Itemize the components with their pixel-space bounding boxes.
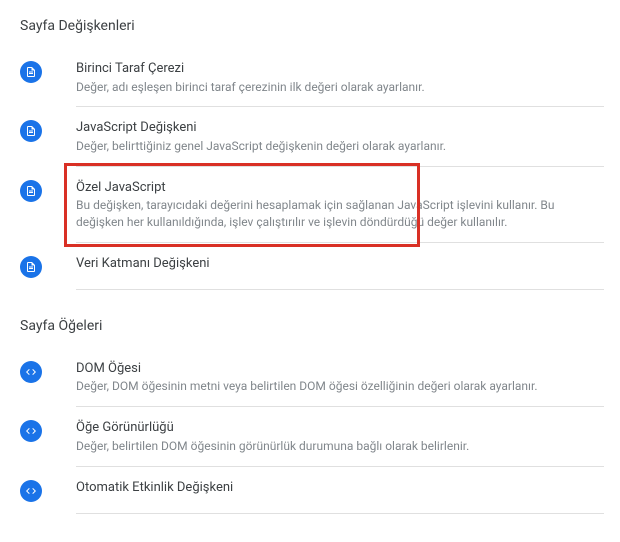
code-icon <box>20 361 42 383</box>
item-description: Bu değişken, tarayıcıdaki değerini hesap… <box>76 197 604 231</box>
item-title: Veri Katmanı Değişkeni <box>76 255 604 273</box>
page-icon <box>20 61 42 83</box>
page-icon <box>20 120 42 142</box>
item-body: Özel JavaScriptBu değişken, tarayıcıdaki… <box>76 179 620 231</box>
code-icon <box>20 420 42 442</box>
item-title: Birinci Taraf Çerezi <box>76 60 604 78</box>
item-list: DOM ÖğesiDeğer, DOM öğesinin metni veya … <box>20 348 620 514</box>
item-body: JavaScript DeğişkeniDeğer, belirttiğiniz… <box>76 119 620 154</box>
code-icon <box>20 480 42 502</box>
variable-type-item[interactable]: Özel JavaScriptBu değişken, tarayıcıdaki… <box>20 167 620 243</box>
page-icon <box>20 180 42 202</box>
icon-wrap <box>20 360 76 383</box>
icon-wrap <box>20 479 76 502</box>
item-body: Birinci Taraf ÇereziDeğer, adı eşleşen b… <box>76 60 620 95</box>
page-icon <box>20 256 42 278</box>
item-title: Özel JavaScript <box>76 179 604 197</box>
item-description: Değer, DOM öğesinin metni veya belirtile… <box>76 378 604 395</box>
variable-type-item[interactable]: Otomatik Etkinlik Değişkeni <box>20 467 620 514</box>
item-body: Veri Katmanı Değişkeni <box>76 255 620 273</box>
item-body: Otomatik Etkinlik Değişkeni <box>76 479 620 497</box>
item-description: Değer, belirtilen DOM öğesinin görünürlü… <box>76 438 604 455</box>
variable-type-item[interactable]: JavaScript DeğişkeniDeğer, belirttiğiniz… <box>20 107 620 166</box>
variable-type-item[interactable]: DOM ÖğesiDeğer, DOM öğesinin metni veya … <box>20 348 620 407</box>
icon-wrap <box>20 179 76 202</box>
item-body: Öğe GörünürlüğüDeğer, belirtilen DOM öğe… <box>76 419 620 454</box>
section-1: Sayfa Öğeleri DOM ÖğesiDeğer, DOM öğesini… <box>20 318 620 514</box>
variable-type-item[interactable]: Veri Katmanı Değişkeni <box>20 243 620 290</box>
item-title: Öğe Görünürlüğü <box>76 419 604 437</box>
variable-type-item[interactable]: Birinci Taraf ÇereziDeğer, adı eşleşen b… <box>20 48 620 107</box>
item-title: DOM Öğesi <box>76 360 604 378</box>
variable-type-item[interactable]: Öğe GörünürlüğüDeğer, belirtilen DOM öğe… <box>20 407 620 466</box>
icon-wrap <box>20 119 76 142</box>
item-description: Değer, belirttiğiniz genel JavaScript de… <box>76 138 604 155</box>
item-description: Değer, adı eşleşen birinci taraf çerezin… <box>76 79 604 96</box>
icon-wrap <box>20 60 76 83</box>
item-list: Birinci Taraf ÇereziDeğer, adı eşleşen b… <box>20 48 620 290</box>
section-title: Sayfa Değişkenleri <box>20 18 620 34</box>
icon-wrap <box>20 255 76 278</box>
item-title: JavaScript Değişkeni <box>76 119 604 137</box>
section-0: Sayfa DeğişkenleriBirinci Taraf ÇereziDe… <box>20 18 620 290</box>
item-body: DOM ÖğesiDeğer, DOM öğesinin metni veya … <box>76 360 620 395</box>
section-title: Sayfa Öğeleri <box>20 318 620 334</box>
icon-wrap <box>20 419 76 442</box>
divider <box>76 289 604 290</box>
item-title: Otomatik Etkinlik Değişkeni <box>76 479 604 497</box>
divider <box>76 513 604 514</box>
